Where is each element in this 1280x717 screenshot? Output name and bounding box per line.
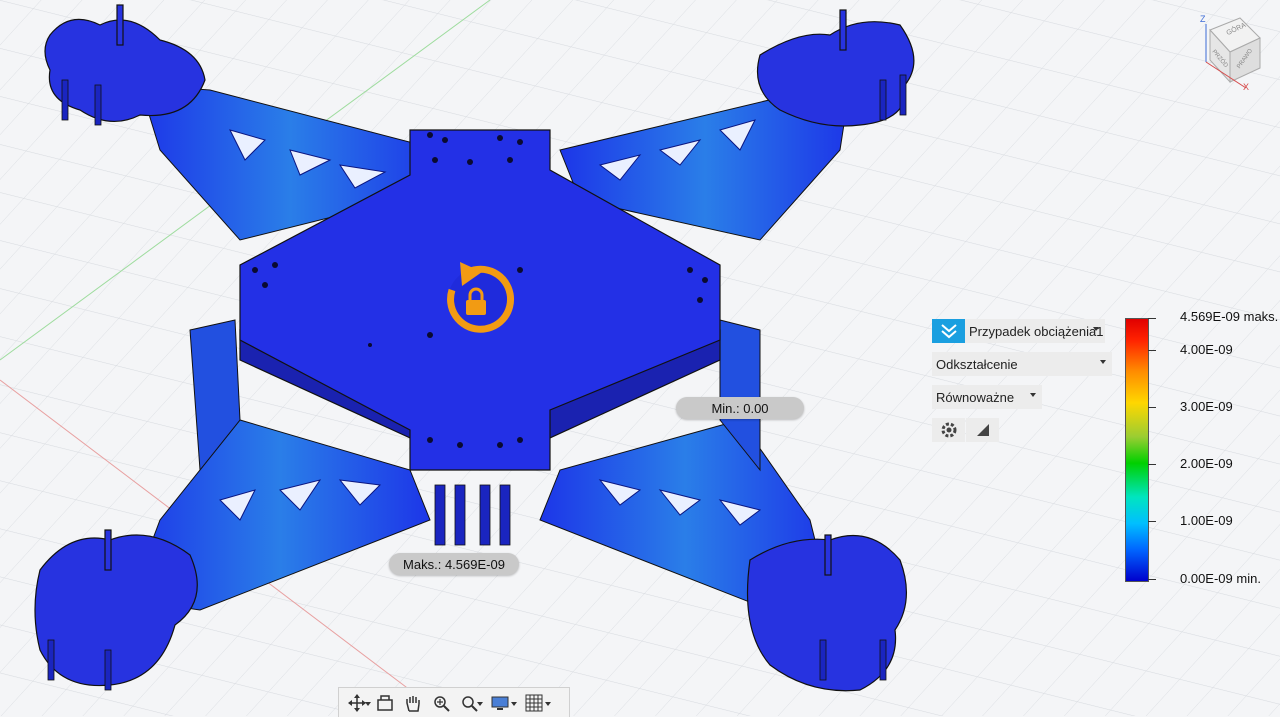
display-settings-icon bbox=[491, 696, 509, 710]
load-case-label: Przypadek obciążenia1 bbox=[969, 323, 1104, 339]
pan-icon bbox=[406, 695, 420, 712]
look-at-button[interactable] bbox=[371, 691, 399, 715]
legend-tick bbox=[1148, 318, 1156, 319]
legend-tick-label: 4.00E-09 bbox=[1180, 342, 1233, 357]
legend-tick bbox=[1148, 407, 1156, 408]
grid-icon bbox=[525, 694, 543, 711]
gear-icon bbox=[941, 422, 956, 438]
orbit-icon bbox=[348, 693, 366, 712]
component-label: Równoważne bbox=[936, 389, 1015, 405]
view-cube-icon bbox=[1205, 17, 1261, 89]
min-marker[interactable]: Min.: 0.00 bbox=[676, 397, 804, 419]
view-cube[interactable]: GÓRA PRZÓD PRAWO Z X bbox=[1196, 12, 1266, 92]
max-marker[interactable]: Maks.: 4.569E-09 bbox=[389, 553, 519, 575]
results-toggle-button[interactable] bbox=[932, 319, 965, 343]
legend-min-suffix: min. bbox=[1236, 571, 1261, 586]
legend-tick-label: 1.00E-09 bbox=[1180, 513, 1233, 528]
double-chevron-down-icon bbox=[940, 324, 957, 339]
legend-tick bbox=[1148, 521, 1156, 522]
axis-z-label: Z bbox=[1200, 14, 1206, 24]
pan-button[interactable] bbox=[399, 691, 427, 715]
zoom-window-icon bbox=[434, 695, 450, 712]
orbit-button[interactable] bbox=[343, 691, 371, 715]
legend-tick-label: 2.00E-09 bbox=[1180, 456, 1233, 471]
result-type-label: Odkształcenie bbox=[936, 356, 1018, 372]
legend-min: 0.00E-09 min. bbox=[1180, 571, 1261, 586]
zoom-icon bbox=[462, 695, 478, 712]
navigation-toolbar bbox=[338, 687, 570, 717]
legend-tick bbox=[1148, 464, 1156, 465]
display-settings-button[interactable] bbox=[483, 691, 517, 715]
legend-color-bar bbox=[1125, 318, 1149, 582]
zoom-window-button[interactable] bbox=[427, 691, 455, 715]
legend-tick-label: 3.00E-09 bbox=[1180, 399, 1233, 414]
chevron-down-icon bbox=[1093, 327, 1099, 331]
legend-tick bbox=[1148, 579, 1156, 580]
component-dropdown[interactable]: Równoważne bbox=[932, 385, 1042, 409]
chevron-down-icon bbox=[1030, 393, 1036, 397]
triangle-icon bbox=[976, 424, 989, 436]
legend-max-value: 4.569E-09 bbox=[1180, 309, 1240, 324]
zoom-button[interactable] bbox=[455, 691, 483, 715]
legend-tick bbox=[1148, 350, 1156, 351]
result-type-dropdown[interactable]: Odkształcenie bbox=[932, 352, 1112, 376]
legend-min-value: 0.00E-09 bbox=[1180, 571, 1233, 586]
adjust-range-button[interactable] bbox=[966, 418, 999, 442]
axis-x-label: X bbox=[1243, 82, 1250, 92]
legend-settings-button[interactable] bbox=[932, 418, 965, 442]
legend-max: 4.569E-09 maks. bbox=[1180, 309, 1278, 324]
look-at-icon bbox=[377, 694, 393, 711]
grid-settings-button[interactable] bbox=[517, 691, 551, 715]
legend-max-suffix: maks. bbox=[1243, 309, 1279, 324]
load-case-dropdown[interactable]: Przypadek obciążenia1 bbox=[965, 319, 1105, 343]
max-marker-label: Maks.: 4.569E-09 bbox=[403, 556, 505, 572]
chevron-down-icon bbox=[1100, 360, 1106, 364]
min-marker-label: Min.: 0.00 bbox=[711, 400, 769, 416]
